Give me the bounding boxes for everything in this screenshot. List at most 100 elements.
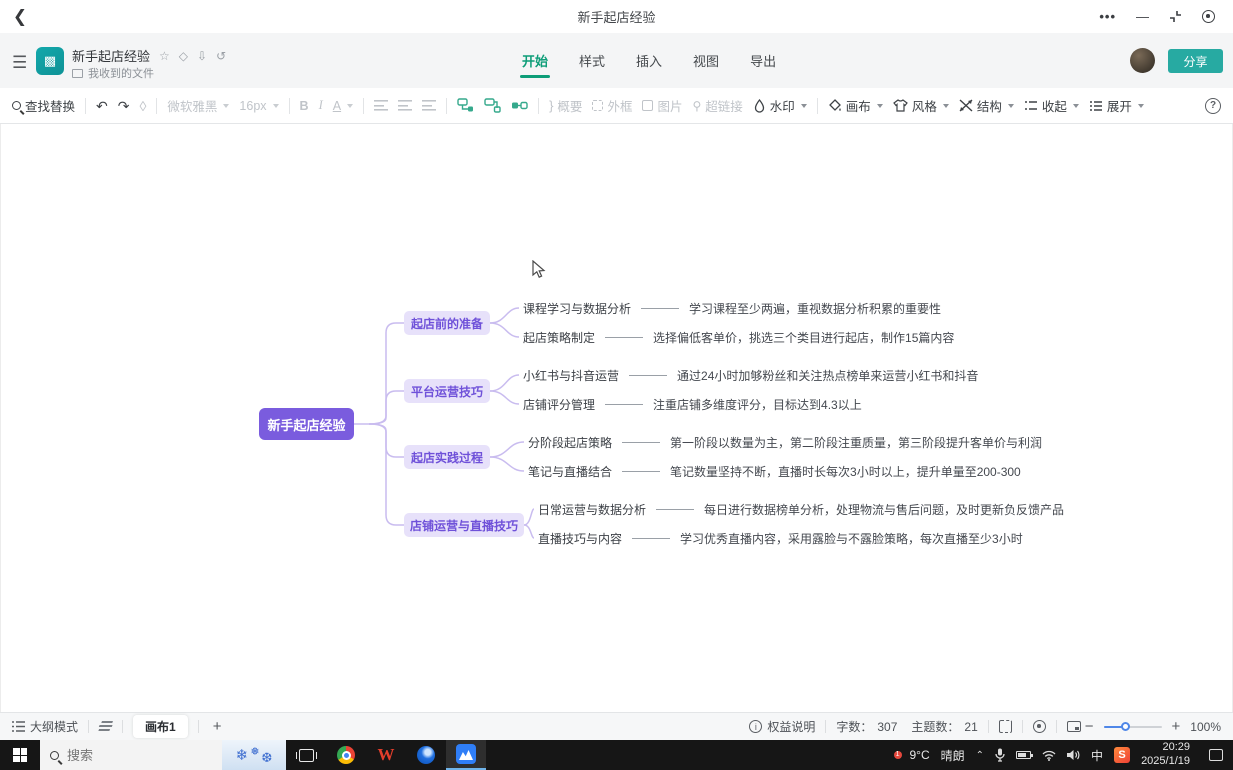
topic-count: 主题数：21 — [911, 718, 977, 735]
outline-mode-button[interactable]: 大纲模式 — [12, 718, 78, 735]
expand-menu-button[interactable]: 展开 — [1089, 96, 1144, 115]
search-icon — [12, 101, 21, 110]
minimap-icon[interactable] — [1067, 721, 1081, 732]
watermark-button[interactable]: 水印 — [753, 96, 807, 115]
tab-insert[interactable]: 插入 — [634, 45, 664, 76]
locate-center-icon[interactable] — [1033, 720, 1046, 733]
branch-node-store-live[interactable]: 店铺运营与直播技巧 — [404, 513, 524, 537]
insert-child-node-icon[interactable] — [457, 98, 474, 113]
chrome-taskbar-icon[interactable] — [326, 740, 366, 770]
mindmap-app-taskbar-icon[interactable] — [446, 740, 486, 770]
start-button[interactable] — [0, 740, 40, 770]
canvas-tab-1[interactable]: 画布1 — [133, 715, 188, 738]
layers-icon[interactable] — [97, 721, 114, 732]
redo-button[interactable]: ↷ — [118, 99, 130, 113]
download-icon[interactable]: ⇩ — [197, 49, 207, 63]
paint-bucket-icon — [828, 99, 842, 113]
zoom-slider[interactable] — [1104, 726, 1162, 728]
speaker-icon[interactable] — [1067, 749, 1080, 761]
outer-frame-button[interactable]: 外框 — [592, 96, 632, 115]
tab-export[interactable]: 导出 — [748, 45, 778, 76]
weather-widget[interactable]: ❄❅❆ — [222, 740, 286, 770]
italic-button[interactable]: I — [319, 98, 323, 113]
branch-node-platform-ops[interactable]: 平台运营技巧 — [404, 379, 490, 403]
child-node-row[interactable]: 日常运营与数据分析每日进行数据榜单分析，处理物流与售后问题，及时更新负反馈产品 — [538, 500, 1064, 518]
font-size-select[interactable]: 16px — [239, 99, 278, 113]
branch-node-preparation[interactable]: 起店前的准备 — [404, 311, 490, 335]
sogou-ime-icon[interactable]: S — [1114, 747, 1130, 763]
find-replace-button[interactable]: 查找替换 — [12, 96, 75, 115]
canvas-menu-button[interactable]: 画布 — [828, 96, 883, 115]
ime-indicator[interactable]: 中 — [1091, 747, 1103, 764]
font-family-select[interactable]: 微软雅黑 — [167, 96, 229, 115]
menu-icon[interactable]: ☰ — [12, 53, 27, 73]
font-color-button[interactable]: A — [333, 99, 353, 113]
tray-time: 20:29 — [1141, 741, 1190, 755]
frame-icon — [592, 100, 603, 111]
child-node-row[interactable]: 小红书与抖音运营通过24小时加够粉丝和关注热点榜单来运营小红书和抖音 — [523, 366, 978, 384]
wifi-icon[interactable] — [1042, 750, 1056, 761]
browser-taskbar-icon[interactable] — [406, 740, 446, 770]
rights-info-button[interactable]: i 权益说明 — [749, 718, 815, 735]
collapse-menu-button[interactable]: 收起 — [1024, 96, 1079, 115]
clock[interactable]: 20:29 2025/1/19 — [1141, 741, 1190, 769]
child-node-row[interactable]: 笔记与直播结合笔记数量坚持不断，直播时长每次3小时以上，提升单量至200-300 — [528, 462, 1021, 480]
align-right-icon[interactable] — [422, 100, 436, 111]
snowflake-icon: ❄ — [236, 746, 249, 764]
tag-icon[interactable]: ◇ — [179, 49, 188, 63]
tray-weather-desc[interactable]: 晴朗 — [941, 747, 965, 764]
battery-icon[interactable] — [1016, 751, 1031, 759]
structure-menu-button[interactable]: 结构 — [959, 96, 1014, 115]
align-center-icon[interactable] — [398, 100, 412, 111]
microphone-icon[interactable] — [995, 748, 1005, 762]
branch-node-practice[interactable]: 起店实践过程 — [404, 445, 490, 469]
undo-button[interactable]: ↶ — [96, 99, 108, 113]
zoom-out-button[interactable]: − — [1081, 718, 1098, 735]
task-view-button[interactable] — [286, 740, 326, 770]
help-icon[interactable]: ? — [1205, 98, 1221, 114]
more-options-icon[interactable]: ••• — [1099, 9, 1116, 24]
style-menu-button[interactable]: 风格 — [893, 96, 949, 115]
tab-view[interactable]: 视图 — [691, 45, 721, 76]
summary-button[interactable]: }概要 — [549, 96, 582, 115]
wps-taskbar-icon[interactable]: W — [366, 740, 406, 770]
minimize-icon[interactable]: — — [1136, 9, 1149, 24]
document-title: 新手起店经验 — [72, 46, 150, 65]
fullscreen-icon[interactable] — [999, 720, 1012, 733]
notification-center-icon[interactable] — [1209, 749, 1223, 761]
bold-button[interactable]: B — [300, 99, 309, 113]
taskbar-search[interactable] — [40, 740, 222, 770]
format-painter-button[interactable]: ◊ — [139, 99, 146, 113]
folder-icon — [72, 69, 83, 78]
document-location[interactable]: 我收到的文件 — [88, 65, 154, 81]
tab-style[interactable]: 样式 — [577, 45, 607, 76]
history-icon[interactable]: ↺ — [216, 49, 226, 63]
app-logo-icon[interactable]: ▩ — [36, 47, 64, 75]
align-left-icon[interactable] — [374, 100, 388, 111]
search-input[interactable] — [67, 748, 187, 763]
child-node-row[interactable]: 课程学习与数据分析学习课程至少两遍，重视数据分析积累的重要性 — [523, 299, 941, 317]
image-button[interactable]: 图片 — [642, 96, 682, 115]
tab-start[interactable]: 开始 — [520, 45, 550, 76]
zoom-in-button[interactable]: + — [1168, 718, 1185, 735]
star-icon[interactable]: ☆ — [159, 49, 170, 63]
mindmap-canvas[interactable]: 新手起店经验 起店前的准备 平台运营技巧 起店实践过程 店铺运营与直播技巧 课程… — [0, 124, 1233, 712]
user-avatar[interactable] — [1130, 48, 1155, 73]
hidden-icons-chevron[interactable]: ⌃ — [976, 750, 984, 761]
restore-icon[interactable] — [1169, 10, 1182, 23]
insert-parent-node-icon[interactable] — [511, 98, 528, 113]
child-node-row[interactable]: 起店策略制定选择偏低客单价，挑选三个类目进行起店，制作15篇内容 — [523, 328, 954, 346]
search-icon — [50, 751, 59, 760]
zoom-slider-knob[interactable] — [1121, 722, 1130, 731]
hyperlink-button[interactable]: ⚲超链接 — [692, 96, 742, 115]
child-node-row[interactable]: 店铺评分管理注重店铺多维度评分，目标达到4.3以上 — [523, 395, 862, 413]
chevron-down-icon — [1008, 104, 1014, 108]
child-node-row[interactable]: 分阶段起店策略第一阶段以数量为主，第二阶段注重质量，第三阶段提升客单价与利润 — [528, 433, 1042, 451]
mindmap-root-node[interactable]: 新手起店经验 — [259, 408, 354, 440]
tray-temperature[interactable]: 9°C — [910, 748, 930, 762]
share-button[interactable]: 分享 — [1168, 49, 1223, 73]
insert-sibling-node-icon[interactable] — [484, 98, 501, 113]
add-canvas-button[interactable]: + — [209, 718, 226, 735]
record-icon[interactable] — [1202, 10, 1215, 23]
child-node-row[interactable]: 直播技巧与内容学习优秀直播内容，采用露脸与不露脸策略，每次直播至少3小时 — [538, 529, 1023, 547]
